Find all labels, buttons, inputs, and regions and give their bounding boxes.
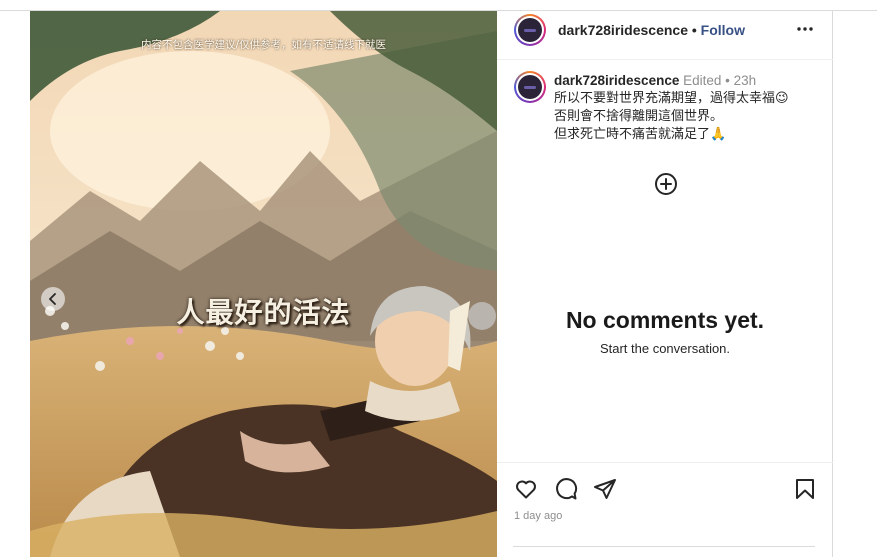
caption-avatar[interactable] [514, 71, 546, 103]
post-media[interactable]: 内容不包含医学建议/仅供参考，如有不适请线下就医 人最好的活法 [30, 11, 497, 557]
more-horizontal-icon[interactable] [796, 20, 814, 38]
caption-line: 所以不要對世界充滿期望，過得太幸福😉 [554, 91, 789, 106]
caption-username-link[interactable]: dark728iridescence [554, 73, 679, 88]
caption-text: 所以不要對世界充滿期望，過得太幸福😉 否則會不捨得離開這個世界。 但求死亡時不痛… [554, 90, 824, 144]
comment-icon[interactable] [554, 477, 578, 501]
caption-user-line: dark728iridescence Edited • 23h [554, 73, 756, 88]
caption-edited-label: Edited [683, 73, 722, 88]
media-disclaimer: 内容不包含医学建议/仅供参考，如有不适请线下就医 [140, 39, 387, 51]
media-caption-overlay: 人最好的活法 [176, 296, 351, 329]
post-date[interactable]: 1 day ago [514, 510, 562, 522]
share-icon[interactable] [593, 477, 617, 501]
header-separator: • [691, 22, 697, 38]
post-illustration [30, 11, 497, 557]
follow-button[interactable]: Follow [701, 22, 745, 38]
heart-icon[interactable] [514, 477, 538, 501]
author-avatar[interactable] [514, 14, 546, 46]
post-header: dark728iridescence • Follow [497, 11, 833, 60]
post-side-panel: dark728iridescence • Follow dark728iride… [497, 11, 833, 557]
bookmark-icon[interactable] [793, 477, 817, 501]
no-comments-title: No comments yet. [565, 307, 765, 333]
no-comments-subtitle: Start the conversation. [599, 341, 731, 356]
bottom-divider [513, 546, 815, 547]
add-circle-icon[interactable] [654, 172, 678, 196]
header-user-line: dark728iridescence • Follow [558, 22, 745, 38]
previous-media-button[interactable] [41, 287, 65, 311]
author-username-link[interactable]: dark728iridescence [558, 22, 688, 38]
caption-line: 但求死亡時不痛苦就滿足了🙏 [554, 127, 727, 142]
caption-line: 否則會不捨得離開這個世界。 [554, 109, 724, 124]
caption-timestamp[interactable]: 23h [734, 73, 757, 88]
chevron-left-icon [49, 293, 56, 305]
actions-divider [497, 462, 833, 463]
caption-separator: • [725, 73, 730, 88]
